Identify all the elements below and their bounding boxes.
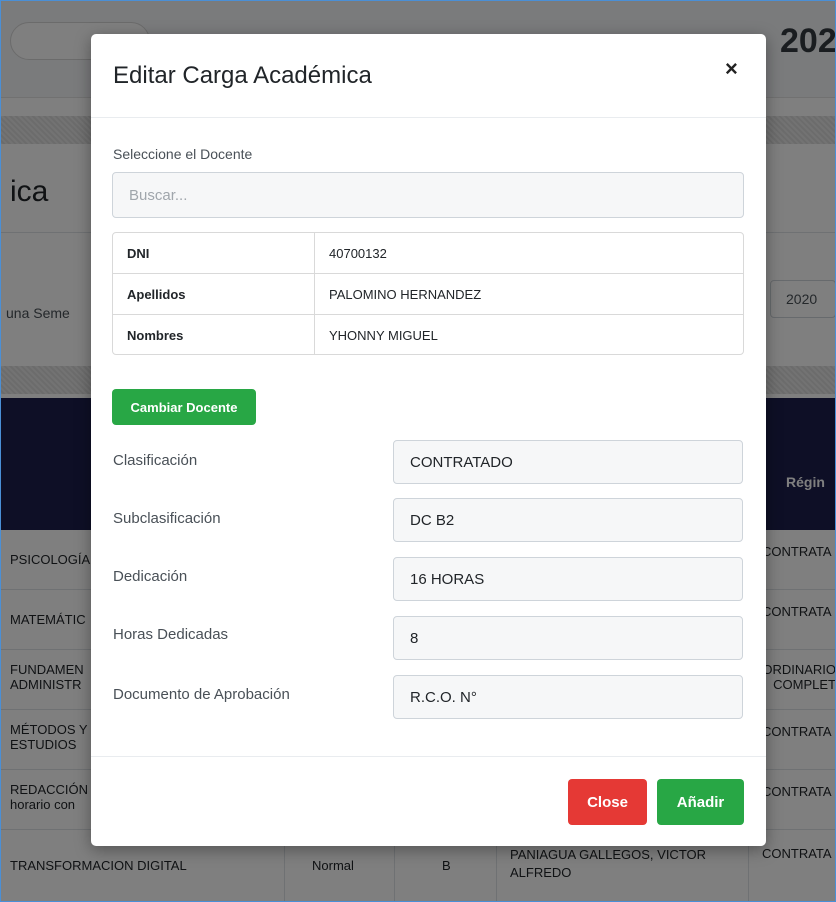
dni-value: 40700132 [329,246,387,261]
table-row: DNI 40700132 [113,233,743,274]
surname-label: Apellidos [127,287,186,302]
approval-document-label: Documento de Aprobación [113,686,290,703]
approval-document-field[interactable] [393,675,743,719]
classification-field[interactable] [393,440,743,484]
modal-title: Editar Carga Académica [113,62,372,89]
names-value: YHONNY MIGUEL [329,328,438,343]
teacher-info-table: DNI 40700132 Apellidos PALOMINO HERNANDE… [112,232,744,355]
classification-label: Clasificación [113,452,198,469]
dedicated-hours-field[interactable] [393,616,743,660]
dni-label: DNI [127,246,150,261]
close-button[interactable]: Close [568,779,647,825]
table-row: Nombres YHONNY MIGUEL [113,315,743,354]
dedicated-hours-label: Horas Dedicadas [113,626,229,643]
teacher-search-input[interactable] [112,172,744,218]
close-icon[interactable]: × [725,58,738,80]
select-teacher-label: Seleccione el Docente [113,146,253,162]
subclassification-label: Subclasificación [113,510,221,527]
edit-load-modal: Editar Carga Académica × Seleccione el D… [91,34,766,846]
table-row: Apellidos PALOMINO HERNANDEZ [113,274,743,315]
surname-value: PALOMINO HERNANDEZ [329,287,482,302]
modal-header: Editar Carga Académica × [91,34,766,118]
dedication-label: Dedicación [113,568,188,585]
names-label: Nombres [127,328,184,343]
modal-footer-divider [91,756,766,757]
add-button[interactable]: Añadir [657,779,744,825]
subclassification-field[interactable] [393,498,743,542]
change-teacher-button[interactable]: Cambiar Docente [112,389,256,425]
dedication-field[interactable] [393,557,743,601]
